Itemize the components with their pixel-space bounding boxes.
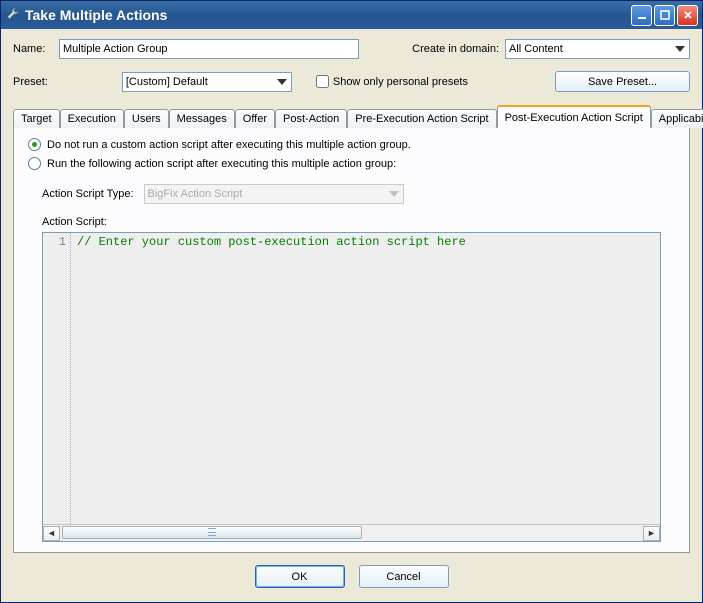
dialog-window: Take Multiple Actions Name: Create in do… bbox=[0, 0, 703, 603]
script-type-label: Action Script Type: bbox=[42, 188, 134, 200]
window-title: Take Multiple Actions bbox=[25, 7, 631, 23]
name-input[interactable] bbox=[59, 39, 359, 59]
editor-code[interactable]: // Enter your custom post-execution acti… bbox=[71, 233, 660, 524]
tab-applicability[interactable]: Applicability bbox=[651, 109, 703, 128]
editor-hscrollbar[interactable]: ◄ ► bbox=[43, 524, 660, 541]
wrench-icon bbox=[5, 7, 21, 23]
domain-select[interactable]: All Content bbox=[505, 39, 690, 59]
script-label: Action Script: bbox=[42, 216, 675, 228]
tab-users[interactable]: Users bbox=[124, 109, 169, 128]
tab-target[interactable]: Target bbox=[13, 109, 60, 128]
scroll-right-icon[interactable]: ► bbox=[643, 526, 660, 541]
radio-run-script-label: Run the following action script after ex… bbox=[47, 158, 396, 170]
radio-no-script-row[interactable]: Do not run a custom action script after … bbox=[28, 138, 675, 151]
radio-no-script[interactable] bbox=[28, 138, 41, 151]
tab-panel: Do not run a custom action script after … bbox=[13, 128, 690, 553]
script-type-select: BigFix Action Script bbox=[144, 184, 404, 204]
cancel-button[interactable]: Cancel bbox=[359, 565, 449, 588]
domain-label: Create in domain: bbox=[412, 43, 499, 55]
tab-offer[interactable]: Offer bbox=[235, 109, 275, 128]
scroll-left-icon[interactable]: ◄ bbox=[43, 526, 60, 541]
radio-no-script-label: Do not run a custom action script after … bbox=[47, 139, 411, 151]
radio-run-script[interactable] bbox=[28, 157, 41, 170]
tabs: Target Execution Users Messages Offer Po… bbox=[13, 104, 690, 128]
show-personal-checkbox-wrap[interactable]: Show only personal presets bbox=[316, 75, 468, 88]
tab-post-execution-script[interactable]: Post-Execution Action Script bbox=[497, 105, 651, 128]
ok-button[interactable]: OK bbox=[255, 565, 345, 588]
editor-gutter: 1 bbox=[43, 233, 71, 524]
script-editor[interactable]: 1 // Enter your custom post-execution ac… bbox=[42, 232, 661, 542]
radio-run-script-row[interactable]: Run the following action script after ex… bbox=[28, 157, 675, 170]
scroll-thumb[interactable] bbox=[62, 526, 362, 539]
show-personal-label: Show only personal presets bbox=[333, 76, 468, 88]
name-label: Name: bbox=[13, 43, 53, 55]
save-preset-button[interactable]: Save Preset... bbox=[555, 71, 690, 92]
tab-execution[interactable]: Execution bbox=[60, 109, 124, 128]
maximize-button[interactable] bbox=[654, 5, 675, 26]
titlebar[interactable]: Take Multiple Actions bbox=[1, 1, 702, 29]
tab-pre-execution-script[interactable]: Pre-Execution Action Script bbox=[347, 109, 496, 128]
preset-label: Preset: bbox=[13, 76, 48, 88]
preset-select[interactable]: [Custom] Default bbox=[122, 72, 292, 92]
tab-messages[interactable]: Messages bbox=[169, 109, 235, 128]
tab-post-action[interactable]: Post-Action bbox=[275, 109, 347, 128]
scroll-track[interactable] bbox=[60, 526, 643, 541]
close-button[interactable] bbox=[677, 5, 698, 26]
minimize-button[interactable] bbox=[631, 5, 652, 26]
show-personal-checkbox[interactable] bbox=[316, 75, 329, 88]
